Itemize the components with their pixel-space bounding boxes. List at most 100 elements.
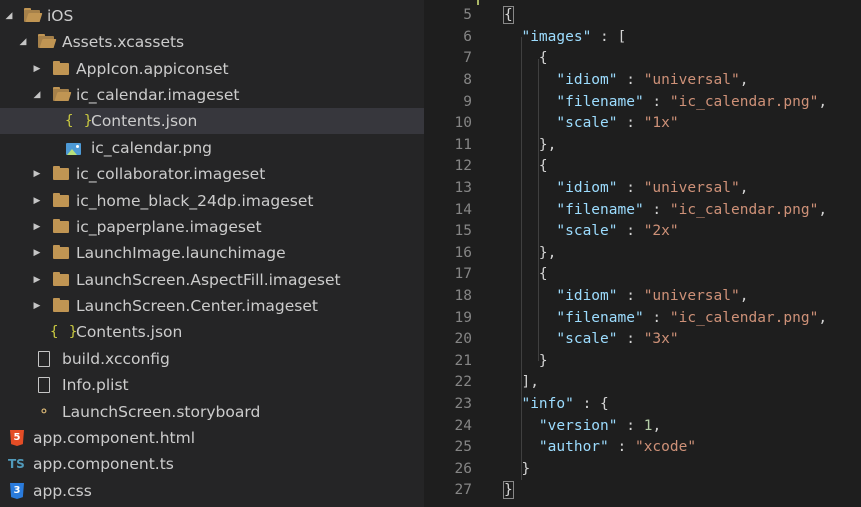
bracket-match: } <box>503 481 514 499</box>
bracket-match: { <box>503 6 514 24</box>
tree-item-launchscreen-aspectfill-folder[interactable]: ▶ LaunchScreen.AspectFill.imageset <box>0 267 424 293</box>
chevron-right-icon[interactable]: ▶ <box>31 56 43 82</box>
punctuation: { <box>538 266 548 282</box>
tree-item-info-plist[interactable]: Info.plist <box>0 372 424 398</box>
tree-item-label: Info.plist <box>62 376 129 394</box>
punctuation: { <box>538 158 548 174</box>
punctuation: } <box>521 461 531 477</box>
tree-item-label: app.component.html <box>33 429 196 447</box>
file-icon <box>38 351 50 367</box>
file-explorer: ◢ iOS ◢ Assets.xcassets ▶ AppIcon.appico… <box>0 0 424 507</box>
code-line: 13 "idiom" : "universal", <box>424 178 861 200</box>
tree-item-ic-collaborator-folder[interactable]: ▶ ic_collaborator.imageset <box>0 161 424 187</box>
line-number: 17 <box>454 266 472 282</box>
punctuation: }, <box>538 137 557 153</box>
line-number: 19 <box>454 310 472 326</box>
chevron-right-icon[interactable]: ▶ <box>31 240 43 266</box>
punctuation: : <box>617 72 644 88</box>
tree-item-launchscreen-center-folder[interactable]: ▶ LaunchScreen.Center.imageset <box>0 293 424 319</box>
punctuation: : <box>617 223 644 239</box>
json-string: "ic_calendar.png" <box>669 310 819 326</box>
punctuation: : <box>591 29 618 45</box>
tree-item-label: ic_calendar.imageset <box>76 86 240 104</box>
line-number: 23 <box>454 396 472 412</box>
punctuation: , <box>652 418 662 434</box>
folder-icon <box>53 166 69 180</box>
json-string: "universal" <box>643 72 740 88</box>
code-line: 15 "scale" : "2x" <box>424 221 861 243</box>
chevron-right-icon[interactable]: ▶ <box>31 293 43 319</box>
code-line: 14 "filename" : "ic_calendar.png", <box>424 200 861 222</box>
tree-item-label: Contents.json <box>76 323 183 341</box>
line-number: 6 <box>463 29 472 45</box>
line-number: 9 <box>463 94 472 110</box>
folder-icon <box>53 272 69 286</box>
tree-item-contents-json-selected[interactable]: { } Contents.json <box>0 108 424 134</box>
line-number: 15 <box>454 223 472 239</box>
json-string: "ic_calendar.png" <box>669 202 819 218</box>
json-icon: { } <box>50 324 79 340</box>
tree-item-label: LaunchImage.launchimage <box>76 244 286 262</box>
chevron-down-icon[interactable]: ◢ <box>17 29 29 55</box>
file-icon <box>38 377 50 393</box>
tree-item-label: LaunchScreen.storyboard <box>62 403 261 421</box>
json-string: "universal" <box>643 180 740 196</box>
code-line: 9 "filename" : "ic_calendar.png", <box>424 92 861 114</box>
json-icon: { } <box>65 113 94 129</box>
json-string: "ic_calendar.png" <box>669 94 819 110</box>
line-number: 18 <box>454 288 472 304</box>
chevron-right-icon[interactable]: ▶ <box>31 161 43 187</box>
line-number: 27 <box>454 482 472 498</box>
code-line: 27} <box>424 480 861 502</box>
folder-open-icon <box>53 87 72 101</box>
tree-item-label: build.xcconfig <box>62 350 170 368</box>
folder-icon <box>53 219 69 233</box>
code-line: 23 "info" : { <box>424 394 861 416</box>
tree-item-assets-contents-json[interactable]: { } Contents.json <box>0 319 424 345</box>
tree-item-label: app.component.ts <box>33 455 174 473</box>
tree-item-launchimage-folder[interactable]: ▶ LaunchImage.launchimage <box>0 240 424 266</box>
punctuation: , <box>818 310 828 326</box>
tree-item-appicon-folder[interactable]: ▶ AppIcon.appiconset <box>0 56 424 82</box>
punctuation: : <box>617 331 644 347</box>
tree-item-launchscreen-storyboard[interactable]: ⚬ LaunchScreen.storyboard <box>0 399 424 425</box>
line-number: 5 <box>463 7 472 23</box>
code-line: 17 { <box>424 264 861 286</box>
chevron-down-icon[interactable]: ◢ <box>31 82 43 108</box>
tree-item-app-css[interactable]: 3 app.css <box>0 478 424 504</box>
json-key: "scale" <box>556 115 618 131</box>
tree-item-ios-folder[interactable]: ◢ iOS <box>0 3 424 29</box>
tree-item-ic-calendar-folder[interactable]: ◢ ic_calendar.imageset <box>0 82 424 108</box>
punctuation: : <box>608 439 635 455</box>
json-key: "scale" <box>556 223 618 239</box>
punctuation: : <box>643 310 670 326</box>
image-icon <box>66 143 81 155</box>
tree-item-assets-folder[interactable]: ◢ Assets.xcassets <box>0 29 424 55</box>
line-number: 21 <box>454 353 472 369</box>
tree-item-ic-home-folder[interactable]: ▶ ic_home_black_24dp.imageset <box>0 188 424 214</box>
chevron-right-icon[interactable]: ▶ <box>31 188 43 214</box>
punctuation: , <box>818 94 828 110</box>
code-line: 25 "author" : "xcode" <box>424 437 861 459</box>
chevron-right-icon[interactable]: ▶ <box>31 267 43 293</box>
tree-item-ic-calendar-png[interactable]: ic_calendar.png <box>0 135 424 161</box>
chevron-down-icon[interactable]: ◢ <box>3 3 15 29</box>
tree-item-label: app.css <box>33 482 92 500</box>
chevron-right-icon[interactable]: ▶ <box>31 214 43 240</box>
punctuation: , <box>739 288 749 304</box>
json-key: "scale" <box>556 331 618 347</box>
line-number: 25 <box>454 439 472 455</box>
tree-item-app-component-html[interactable]: 5 app.component.html <box>0 425 424 451</box>
tree-item-app-component-ts[interactable]: TS app.component.ts <box>0 451 424 477</box>
punctuation: : <box>617 288 644 304</box>
folder-icon <box>53 298 69 312</box>
code-line: 16 }, <box>424 243 861 265</box>
tree-item-build-xcconfig[interactable]: build.xcconfig <box>0 346 424 372</box>
code-editor[interactable]: 5{ 6 "images" : [ 7 { 8 "idiom" : "unive… <box>424 0 861 507</box>
code-line: 26 } <box>424 459 861 481</box>
tree-item-label: Contents.json <box>91 112 198 130</box>
tree-item-ic-paperplane-folder[interactable]: ▶ ic_paperplane.imageset <box>0 214 424 240</box>
punctuation: , <box>739 72 749 88</box>
json-key: "idiom" <box>556 180 618 196</box>
punctuation: : <box>617 115 644 131</box>
